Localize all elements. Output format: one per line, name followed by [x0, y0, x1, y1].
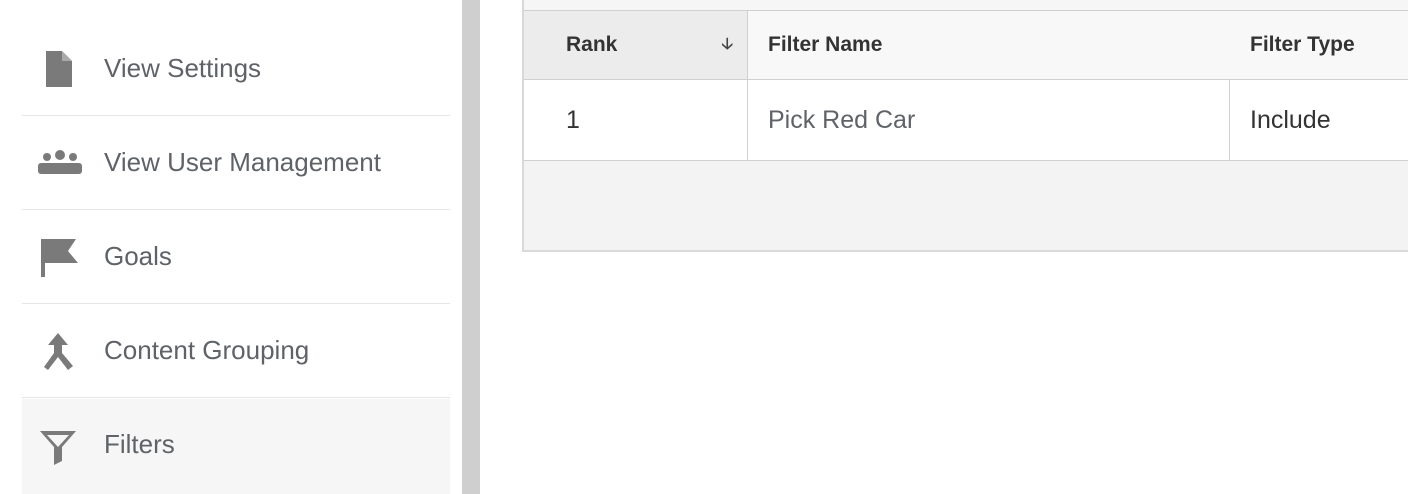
column-header-label: Filter Type	[1250, 33, 1355, 56]
sidebar-item-view-user-management[interactable]: View User Management	[22, 117, 450, 210]
sidebar-item-filters[interactable]: Filters	[22, 399, 450, 494]
column-header-label: Filter Name	[768, 33, 883, 56]
table-top-strip	[524, 0, 1408, 11]
merge-icon	[38, 331, 82, 371]
flag-icon	[38, 237, 82, 277]
table-header-row: Rank 🡣 Filter Name Filter Type	[524, 11, 1408, 80]
cell-filter-name-link[interactable]: Pick Red Car	[748, 80, 1230, 160]
arrow-down-icon: 🡣	[721, 36, 734, 53]
column-header-label: Rank	[566, 33, 618, 56]
column-header-rank[interactable]: Rank 🡣	[524, 11, 748, 79]
sidebar-item-label: View User Management	[104, 147, 381, 177]
table-row[interactable]: 1 Pick Red Car Include	[524, 80, 1408, 161]
sidebar-item-content-grouping[interactable]: Content Grouping	[22, 305, 450, 398]
sidebar-item-label: Content Grouping	[104, 335, 310, 365]
sidebar-item-goals[interactable]: Goals	[22, 211, 450, 304]
document-icon	[38, 49, 82, 89]
admin-page: View Settings View User Management Goals…	[0, 0, 1408, 494]
sidebar-item-label: View Settings	[104, 53, 262, 83]
sidebar-item-view-settings[interactable]: View Settings	[22, 23, 450, 116]
column-header-filter-type[interactable]: Filter Type	[1230, 11, 1408, 79]
filter-icon	[38, 425, 82, 465]
cell-filter-type: Include	[1250, 106, 1331, 134]
view-sidebar: View Settings View User Management Goals…	[0, 0, 462, 494]
cell-rank: 1	[524, 80, 748, 160]
sidebar-item-label: Filters	[104, 429, 175, 459]
column-header-filter-name[interactable]: Filter Name	[748, 11, 1230, 79]
users-icon	[38, 143, 82, 183]
filters-table: Rank 🡣 Filter Name Filter Type 1 Pick Re…	[522, 0, 1408, 252]
sidebar-item-label: Goals	[104, 241, 172, 271]
panel-divider[interactable]	[462, 0, 480, 494]
